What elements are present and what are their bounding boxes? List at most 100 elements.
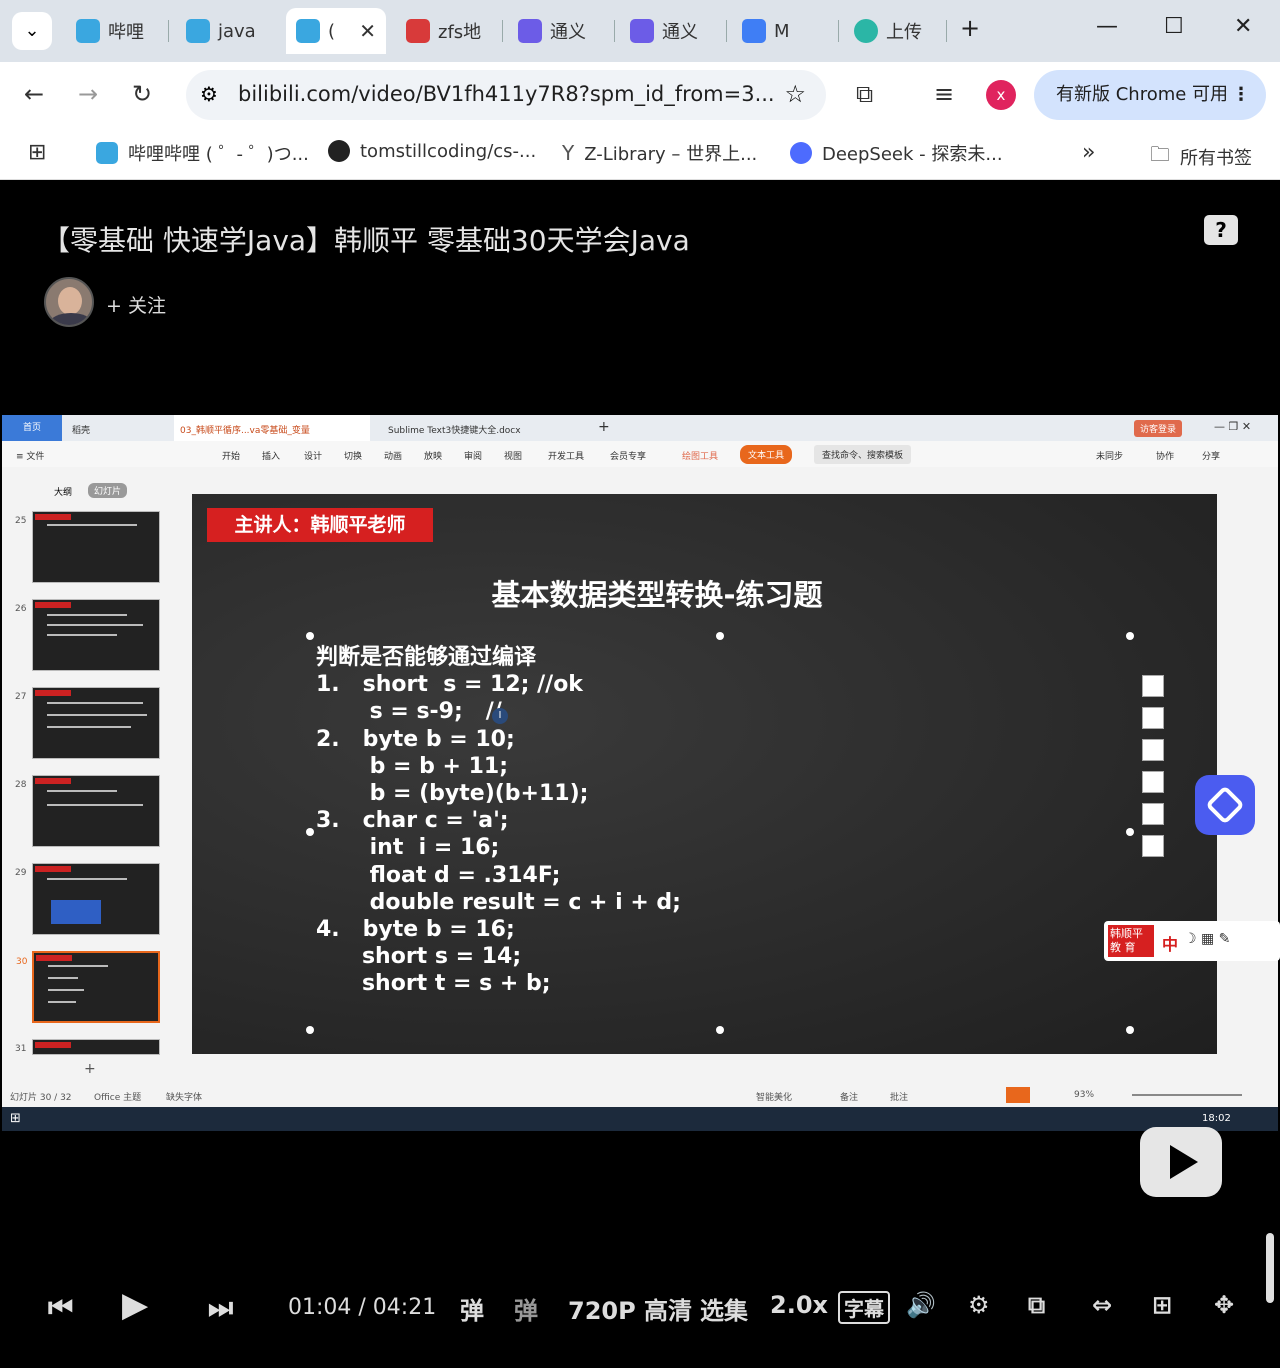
apps-icon[interactable]: ⊞	[28, 140, 46, 165]
slide-canvas[interactable]: 主讲人：韩顺平老师 基本数据类型转换-练习题 判断是否能够通过编译 1. sho…	[192, 494, 1217, 1054]
selection-handle[interactable]	[1126, 1026, 1134, 1034]
more-bookmarks-button[interactable]: »	[1082, 140, 1095, 165]
close-window-button[interactable]: ✕	[1234, 14, 1252, 39]
wps-command-search[interactable]: 查找命令、搜索模板	[814, 445, 912, 464]
wps-docx-tab[interactable]: Sublime Text3快捷键大全.docx	[388, 423, 521, 436]
wps-menu-insert[interactable]: 插入	[262, 449, 280, 462]
wps-menu-switch[interactable]: 切换	[344, 449, 362, 462]
bookmark-github[interactable]: tomstillcoding/cs-...	[328, 140, 536, 162]
play-slideshow-button[interactable]	[1006, 1087, 1030, 1103]
danmaku-toggle-icon[interactable]: 弹	[460, 1291, 484, 1326]
play-icon[interactable]: ▶	[122, 1285, 148, 1325]
star-icon[interactable]: ☆	[784, 80, 806, 108]
zoom-slider[interactable]	[1132, 1094, 1242, 1096]
widescreen-icon[interactable]: ⇔	[1092, 1291, 1112, 1319]
wps-login-button[interactable]: 访客登录	[1134, 420, 1183, 437]
fill-icon[interactable]	[1142, 739, 1164, 761]
extensions-icon[interactable]: ⧉	[856, 80, 873, 108]
wps-menu-review[interactable]: 审阅	[464, 449, 482, 462]
site-info-icon[interactable]: ⚙	[200, 82, 218, 106]
slides-tab[interactable]: 幻灯片	[88, 483, 128, 498]
ime-tools-icon[interactable]: ☽ ▦ ✎	[1184, 931, 1230, 947]
tab-m[interactable]: M	[732, 8, 832, 54]
selection-handle[interactable]	[306, 632, 314, 640]
wps-menu-dev[interactable]: 开发工具	[548, 449, 584, 462]
more-options-icon[interactable]	[1142, 835, 1164, 857]
notes-button[interactable]: 备注	[840, 1090, 858, 1103]
wps-menu-draw[interactable]: 绘图工具	[682, 449, 718, 462]
slide-thumbnail[interactable]: 26	[15, 599, 160, 671]
slide-thumbnail[interactable]: 27	[15, 687, 160, 759]
wps-sync[interactable]: 未同步	[1096, 449, 1123, 462]
wps-menu-design[interactable]: 设计	[304, 449, 322, 462]
selection-handle[interactable]	[306, 828, 314, 836]
media-icon[interactable]: ≡	[934, 80, 954, 108]
bookmark-zlibrary[interactable]: Y Z-Library – 世界上...	[562, 140, 757, 166]
new-tab-button[interactable]: +	[960, 14, 980, 42]
smart-beautify-button[interactable]: 智能美化	[756, 1090, 792, 1103]
wps-window-controls[interactable]: — ❐ ✕	[1214, 420, 1251, 433]
ai-assistant-icon[interactable]	[1195, 775, 1255, 835]
tab-tongyi-1[interactable]: 通义	[508, 8, 608, 54]
wps-new-tab[interactable]: +	[598, 419, 610, 435]
danmaku-settings-icon[interactable]: 弹	[514, 1291, 538, 1326]
maximize-button[interactable]: ☐	[1164, 14, 1184, 39]
wps-menu-animation[interactable]: 动画	[384, 449, 402, 462]
wps-menu-vip[interactable]: 会员专享	[610, 449, 646, 462]
tab-bilibili-1[interactable]: 哔哩	[66, 8, 166, 54]
slide-thumbnail[interactable]: 29	[15, 863, 160, 935]
tab-bilibili-2[interactable]: java	[176, 8, 276, 54]
border-icon[interactable]	[1142, 771, 1164, 793]
wps-ppt-tab[interactable]: 03_韩顺平循序...va零基础_变量	[174, 415, 370, 441]
reload-button[interactable]: ↻	[132, 80, 152, 108]
quality-button[interactable]: 720P 高清	[568, 1291, 692, 1326]
selection-handle[interactable]	[1126, 828, 1134, 836]
url-text[interactable]: bilibili.com/video/BV1fh411y7R8?spm_id_f…	[238, 82, 775, 106]
slide-thumbnail-current[interactable]: 30	[16, 951, 160, 1023]
video-frame[interactable]: 首页 稻壳 03_韩顺平循序...va零基础_变量 Sublime Text3快…	[2, 415, 1278, 1131]
subtitle-button[interactable]: 字幕	[838, 1291, 890, 1324]
wps-menu-start[interactable]: 开始	[222, 449, 240, 462]
selection-handle[interactable]	[716, 1026, 724, 1034]
pip-icon[interactable]: ⧉	[1028, 1291, 1045, 1319]
bookmark-bilibili[interactable]: 哔哩哔哩 ( ゜- ゜)つ...	[96, 140, 309, 166]
volume-icon[interactable]: 🔊	[906, 1291, 936, 1319]
minimize-button[interactable]: —	[1096, 14, 1118, 39]
previous-icon[interactable]: ⏮	[48, 1291, 73, 1325]
add-slide-button[interactable]: +	[84, 1061, 96, 1077]
help-button[interactable]: ?	[1204, 215, 1238, 245]
pen-icon[interactable]	[1142, 707, 1164, 729]
uploader-avatar[interactable]	[44, 277, 94, 327]
ime-toolbar[interactable]: 韩顺平 教 育 中 ☽ ▦ ✎	[1104, 921, 1280, 961]
wps-daoke-tab[interactable]: 稻壳	[72, 423, 90, 436]
tab-zfs[interactable]: zfs地	[396, 8, 496, 54]
slide-code-text[interactable]: 判断是否能够通过编译 1. short s = 12; //ok s = s-9…	[316, 644, 681, 998]
wps-menu-play[interactable]: 放映	[424, 449, 442, 462]
follow-button[interactable]: + 关注	[106, 291, 166, 318]
wps-home-tab[interactable]: 首页	[2, 415, 62, 441]
text-style-icon[interactable]	[1142, 803, 1164, 825]
episodes-button[interactable]: 选集	[700, 1291, 748, 1326]
slide-thumbnail[interactable]: 28	[15, 775, 160, 847]
comments-button[interactable]: 批注	[890, 1090, 908, 1103]
missing-font-button[interactable]: 缺失字体	[166, 1090, 202, 1103]
tab-tongyi-2[interactable]: 通义	[620, 8, 720, 54]
wps-menu-view[interactable]: 视图	[504, 449, 522, 462]
slide-thumbnail[interactable]: 31	[15, 1039, 160, 1055]
selection-handle[interactable]	[306, 1026, 314, 1034]
next-icon[interactable]: ⏭	[208, 1291, 233, 1325]
all-bookmarks-button[interactable]: 🗀 所有书签	[1150, 140, 1252, 174]
speed-button[interactable]: 2.0x	[770, 1291, 828, 1319]
wps-share[interactable]: 分享	[1202, 449, 1220, 462]
windows-start-icon[interactable]: ⊞	[10, 1111, 21, 1126]
wps-collab[interactable]: 协作	[1156, 449, 1174, 462]
outline-tab[interactable]: 大纲	[54, 485, 72, 498]
tab-upload[interactable]: 上传	[844, 8, 944, 54]
webfullscreen-icon[interactable]: ⊞	[1152, 1291, 1172, 1319]
selection-handle[interactable]	[716, 632, 724, 640]
selection-handle[interactable]	[1126, 632, 1134, 640]
play-overlay-button[interactable]	[1140, 1127, 1222, 1197]
bookmark-deepseek[interactable]: DeepSeek - 探索未...	[790, 140, 1003, 166]
fullscreen-icon[interactable]: ✥	[1214, 1291, 1234, 1319]
slide-thumbnail[interactable]: 25	[15, 511, 160, 583]
